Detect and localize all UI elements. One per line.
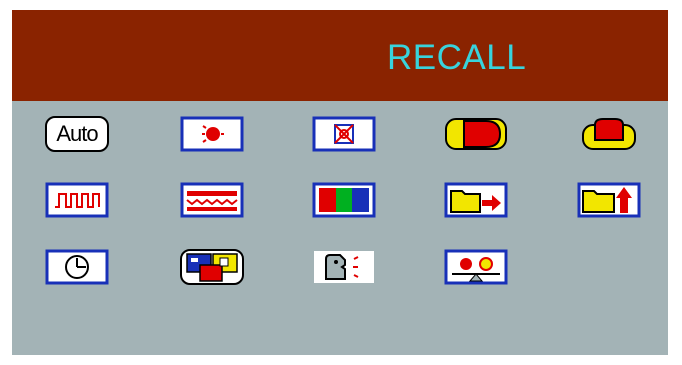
vertical-position-icon[interactable] [577,116,641,152]
auto-adjust-icon[interactable]: Auto [45,116,109,152]
color-icon[interactable] [312,182,376,218]
brightness-icon[interactable] [180,116,244,152]
horizontal-position-icon[interactable] [444,116,508,152]
language-icon[interactable] [180,249,244,285]
horizontal-size-icon[interactable] [444,182,508,218]
recall-icon[interactable] [312,249,376,285]
menu-header: RECALL [12,10,668,101]
input-select-icon[interactable] [444,249,508,285]
vertical-size-icon[interactable] [577,182,641,218]
contrast-icon[interactable] [312,116,376,152]
osd-timer-icon[interactable] [45,249,109,285]
menu-title: RECALL [387,38,527,77]
osd-menu: RECALL Auto [12,10,668,355]
phase-icon[interactable] [180,182,244,218]
auto-label: Auto [56,121,98,146]
clock-icon[interactable] [45,182,109,218]
